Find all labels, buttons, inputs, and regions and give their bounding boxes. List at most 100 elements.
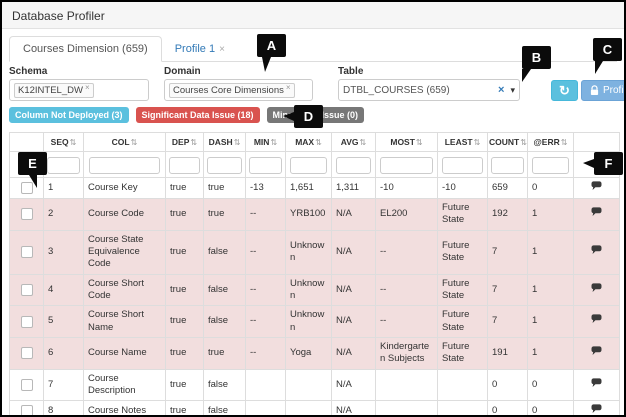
- cell-count: 0: [488, 369, 528, 401]
- cell-max: 1,651: [286, 177, 332, 198]
- filter-input-dash[interactable]: [207, 157, 241, 174]
- row-checkbox[interactable]: [21, 347, 33, 359]
- sort-icon[interactable]: ⇅: [234, 138, 241, 147]
- cell-min: --: [246, 198, 286, 230]
- filter-input-count[interactable]: [491, 157, 523, 174]
- comment-icon[interactable]: [591, 207, 602, 217]
- cell-most: --: [376, 274, 438, 306]
- cell-col: Course Code: [84, 198, 166, 230]
- cell-dash: false: [204, 274, 246, 306]
- filter-input-err[interactable]: [532, 157, 570, 174]
- callout-c-pointer: [595, 61, 603, 74]
- cell-avg: N/A: [332, 274, 376, 306]
- table-select[interactable]: DTBL_COURSES (659) × ▾: [338, 79, 520, 101]
- profile-button[interactable]: Profile: [581, 80, 626, 101]
- column-header-dep[interactable]: DEP⇅: [166, 133, 204, 152]
- row-checkbox[interactable]: [21, 284, 33, 296]
- cell-err: 1: [528, 306, 574, 338]
- sort-icon[interactable]: ⇅: [131, 138, 138, 147]
- profile-table: SEQ⇅ COL⇅ DEP⇅ DASH⇅ MIN⇅ MAX⇅ AVG⇅ MOST…: [9, 132, 620, 417]
- column-header-col[interactable]: COL⇅: [84, 133, 166, 152]
- cell-err: 1: [528, 274, 574, 306]
- table-row: 3 Course State Equivalence Code true fal…: [10, 230, 620, 274]
- sort-icon[interactable]: ⇅: [474, 138, 481, 147]
- filter-input-least[interactable]: [442, 157, 483, 174]
- badge-significant-data-issue[interactable]: Significant Data Issue (18): [136, 107, 260, 123]
- table-row: 2 Course Code true true -- YRB100 N/A EL…: [10, 198, 620, 230]
- filter-input-seq[interactable]: [47, 157, 79, 174]
- filter-input-dep[interactable]: [169, 157, 199, 174]
- chevron-down-icon[interactable]: ▾: [510, 85, 515, 96]
- comment-icon[interactable]: [591, 404, 602, 414]
- sort-icon[interactable]: ⇅: [561, 138, 568, 147]
- sort-icon[interactable]: ⇅: [190, 138, 197, 147]
- sort-icon[interactable]: ⇅: [70, 138, 77, 147]
- filter-input-col[interactable]: [89, 157, 160, 174]
- column-header-min[interactable]: MIN⇅: [246, 133, 286, 152]
- domain-token: Courses Core Dimensions×: [169, 83, 295, 98]
- cell-dep: true: [166, 230, 204, 274]
- close-icon[interactable]: ×: [219, 44, 225, 55]
- table-row: 1 Course Key true true -13 1,651 1,311 -…: [10, 177, 620, 198]
- cell-max: Yoga: [286, 337, 332, 369]
- tab-courses-dimension[interactable]: Courses Dimension (659): [9, 36, 162, 62]
- sort-icon[interactable]: ⇅: [520, 138, 527, 147]
- comment-icon[interactable]: [591, 378, 602, 388]
- column-header-max[interactable]: MAX⇅: [286, 133, 332, 152]
- tab-profile-1[interactable]: Profile 1×: [162, 37, 238, 61]
- row-checkbox[interactable]: [21, 316, 33, 328]
- comment-icon[interactable]: [591, 346, 602, 356]
- cell-col: Course Notes: [84, 401, 166, 417]
- cell-dash: true: [204, 337, 246, 369]
- filter-input-most[interactable]: [380, 157, 432, 174]
- row-checkbox[interactable]: [21, 379, 33, 391]
- column-header-seq[interactable]: SEQ⇅: [44, 133, 84, 152]
- cell-least: [438, 369, 488, 401]
- callout-d-pointer: [283, 112, 294, 121]
- badge-column-not-deployed[interactable]: Column Not Deployed (3): [9, 107, 129, 123]
- comment-icon[interactable]: [591, 181, 602, 191]
- comment-icon[interactable]: [591, 314, 602, 324]
- column-header-least[interactable]: LEAST⇅: [438, 133, 488, 152]
- filter-input-max[interactable]: [290, 157, 328, 174]
- cell-max: [286, 401, 332, 417]
- sort-icon[interactable]: ⇅: [360, 138, 367, 147]
- cell-seq: 2: [44, 198, 84, 230]
- row-checkbox[interactable]: [21, 246, 33, 258]
- comment-icon[interactable]: [591, 283, 602, 293]
- comment-icon[interactable]: [591, 245, 602, 255]
- cell-avg: N/A: [332, 198, 376, 230]
- cell-col: Course Description: [84, 369, 166, 401]
- cell-dash: true: [204, 198, 246, 230]
- column-header-avg[interactable]: AVG⇅: [332, 133, 376, 152]
- filter-input-min[interactable]: [249, 157, 281, 174]
- cell-col: Course Short Name: [84, 306, 166, 338]
- filter-input-avg[interactable]: [336, 157, 372, 174]
- sort-icon[interactable]: ⇅: [315, 138, 322, 147]
- remove-token-icon[interactable]: ×: [85, 83, 90, 92]
- cell-min: --: [246, 274, 286, 306]
- cell-dep: true: [166, 198, 204, 230]
- cell-most: --: [376, 306, 438, 338]
- column-header-most[interactable]: MOST⇅: [376, 133, 438, 152]
- cell-min: --: [246, 230, 286, 274]
- cell-most: [376, 401, 438, 417]
- cell-col: Course Short Code: [84, 274, 166, 306]
- sort-icon[interactable]: ⇅: [416, 138, 423, 147]
- domain-input[interactable]: Courses Core Dimensions×: [164, 79, 313, 101]
- sort-icon[interactable]: ⇅: [270, 138, 277, 147]
- row-checkbox[interactable]: [21, 405, 33, 417]
- column-header-dash[interactable]: DASH⇅: [204, 133, 246, 152]
- column-header-err[interactable]: @ERR⇅: [528, 133, 574, 152]
- cell-err: 0: [528, 177, 574, 198]
- cell-dep: true: [166, 274, 204, 306]
- refresh-button[interactable]: ↻: [551, 80, 578, 101]
- cell-max: Unknown: [286, 230, 332, 274]
- row-checkbox[interactable]: [21, 208, 33, 220]
- clear-icon[interactable]: ×: [498, 84, 504, 96]
- schema-input[interactable]: K12INTEL_DW×: [9, 79, 149, 101]
- table-field: Table DTBL_COURSES (659) × ▾: [338, 66, 520, 101]
- remove-token-icon[interactable]: ×: [286, 83, 291, 92]
- column-header-count[interactable]: COUNT⇅: [488, 133, 528, 152]
- schema-field: Schema K12INTEL_DW×: [9, 66, 149, 101]
